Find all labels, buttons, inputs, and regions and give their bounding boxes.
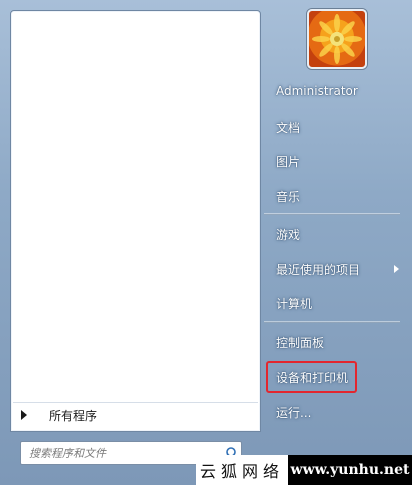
menu-item-label: 控制面板	[276, 335, 325, 350]
search-input[interactable]	[29, 446, 219, 460]
triangle-right-icon	[21, 410, 27, 420]
chevron-right-icon	[394, 265, 399, 273]
menu-item-music[interactable]: 音乐	[264, 182, 399, 210]
highlight-annotation	[266, 361, 357, 393]
menu-item-documents[interactable]: 文档	[264, 113, 399, 141]
menu-item-label: 音乐	[276, 189, 301, 204]
programs-pane: 所有程序	[10, 10, 261, 432]
menu-item-games[interactable]: 游戏	[264, 220, 399, 248]
menu-item-label: 图片	[276, 154, 301, 169]
menu-item-recent-items[interactable]: 最近使用的项目	[264, 255, 399, 283]
menu-item-label: 运行...	[276, 405, 312, 420]
menu-item-computer[interactable]: 计算机	[264, 289, 399, 317]
menu-item-label: 文档	[276, 120, 301, 135]
start-menu: 所有程序 Administrator	[0, 0, 412, 485]
all-programs-label: 所有程序	[49, 408, 98, 423]
menu-item-label: 计算机	[276, 296, 313, 311]
watermark-site-name: 云狐网络	[196, 455, 288, 485]
user-name: Administrator	[276, 84, 358, 98]
menu-item-user[interactable]: Administrator	[264, 77, 399, 105]
menu-item-control-panel[interactable]: 控制面板	[264, 328, 399, 356]
menu-item-run[interactable]: 运行...	[264, 398, 399, 426]
separator	[264, 321, 400, 323]
watermark-url: www.yunhu.net	[288, 455, 412, 485]
watermark: 云狐网络 www.yunhu.net	[196, 455, 412, 485]
menu-item-label: 游戏	[276, 227, 301, 242]
menu-item-pictures[interactable]: 图片	[264, 147, 399, 175]
separator	[264, 213, 400, 215]
pinned-programs-area	[11, 11, 260, 399]
menu-item-label: 最近使用的项目	[276, 262, 361, 277]
all-programs-button[interactable]: 所有程序	[13, 402, 258, 427]
